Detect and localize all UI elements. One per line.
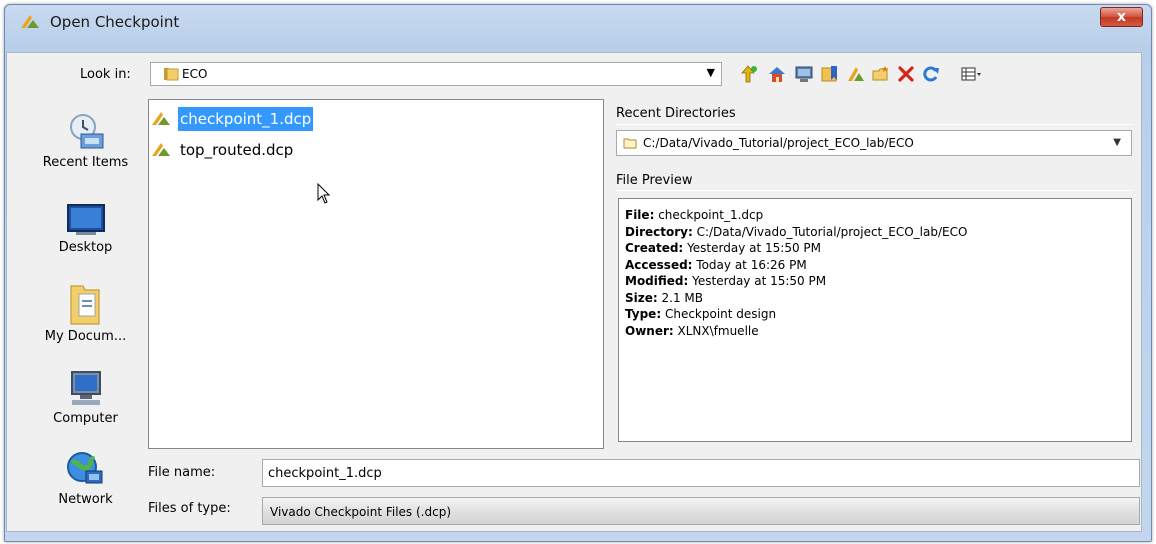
file-name-input[interactable]: checkpoint_1.dcp	[262, 459, 1140, 487]
desktop-icon	[66, 204, 105, 235]
up-folder-icon[interactable]	[740, 64, 760, 84]
recent-items-icon	[69, 114, 103, 149]
file-preview-panel: File: checkpoint_1.dcp Directory: C:/Dat…	[618, 198, 1132, 442]
separator	[616, 190, 1132, 191]
recent-directory-value: C:/Data/Vivado_Tutorial/project_ECO_lab/…	[643, 136, 914, 150]
files-of-type-combo[interactable]: Vivado Checkpoint Files (.dcp)	[262, 497, 1140, 525]
close-icon: x	[1116, 9, 1127, 25]
file-list[interactable]: checkpoint_1.dcp top_routed.dcp	[148, 99, 604, 449]
place-label: My Docum...	[44, 329, 127, 344]
vivado-logo-icon	[21, 15, 39, 28]
preview-row-modified: Modified: Yesterday at 15:50 PM	[625, 274, 827, 288]
look-in-combo[interactable]: ECO ▼	[150, 62, 722, 86]
dropdown-arrow-icon[interactable]: ▼	[707, 66, 715, 79]
file-name-label: File name:	[148, 465, 216, 480]
place-label: Desktop	[58, 240, 113, 255]
place-desktop[interactable]: Desktop	[30, 203, 141, 255]
view-menu-icon[interactable]	[960, 64, 984, 84]
preview-row-size: Size: 2.1 MB	[625, 290, 703, 305]
place-network[interactable]: Network	[30, 449, 141, 507]
file-preview-label: File Preview	[616, 173, 693, 188]
look-in-label: Look in:	[80, 67, 131, 82]
title-bar[interactable]: Open Checkpoint x	[5, 5, 1151, 37]
bookmark-folder-icon[interactable]	[820, 64, 840, 84]
delete-icon[interactable]	[896, 64, 916, 84]
files-of-type-label: Files of type:	[148, 501, 231, 516]
documents-icon	[70, 285, 99, 325]
recent-directories-combo[interactable]: C:/Data/Vivado_Tutorial/project_ECO_lab/…	[616, 130, 1132, 156]
dcp-file-icon	[152, 112, 170, 125]
preview-row-file: File: checkpoint_1.dcp	[625, 208, 764, 222]
places-bar: Recent Items Desktop My Docum... Compute…	[30, 102, 141, 524]
file-name: top_routed.dcp	[180, 141, 294, 159]
place-label: Network	[58, 492, 113, 507]
separator	[616, 124, 1132, 125]
window-title: Open Checkpoint	[50, 13, 180, 31]
folder-icon	[164, 68, 179, 81]
recent-directories-label: Recent Directories	[616, 106, 736, 121]
place-label: Recent Items	[42, 155, 129, 170]
preview-row-owner: Owner: XLNX\fmuelle	[625, 323, 759, 338]
look-in-value: ECO	[182, 67, 208, 81]
file-item-checkpoint-1[interactable]: checkpoint_1.dcp	[152, 107, 352, 131]
preview-row-type: Type: Checkpoint design	[625, 307, 777, 321]
preview-row-directory: Directory: C:/Data/Vivado_Tutorial/proje…	[625, 224, 968, 239]
home-icon[interactable]	[767, 64, 787, 84]
preview-row-created: Created: Yesterday at 15:50 PM	[625, 241, 821, 255]
vivado-icon[interactable]	[846, 64, 866, 84]
place-recent-items[interactable]: Recent Items	[30, 112, 141, 170]
mouse-cursor-icon	[317, 183, 331, 204]
folder-icon	[623, 138, 637, 149]
file-name: checkpoint_1.dcp	[178, 107, 314, 131]
place-label: Computer	[53, 411, 118, 426]
close-button[interactable]: x	[1100, 7, 1143, 27]
desktop-icon[interactable]	[794, 64, 814, 84]
dcp-file-icon	[152, 143, 170, 156]
network-icon	[66, 452, 102, 484]
file-item-top-routed[interactable]: top_routed.dcp	[152, 138, 352, 162]
new-folder-icon[interactable]	[871, 64, 891, 84]
computer-icon	[70, 371, 101, 405]
place-my-documents[interactable]: My Docum...	[30, 282, 141, 344]
dropdown-arrow-icon[interactable]: ▼	[1113, 137, 1121, 148]
refresh-icon[interactable]	[921, 64, 941, 84]
preview-row-accessed: Accessed: Today at 16:26 PM	[625, 257, 807, 272]
place-computer[interactable]: Computer	[30, 368, 141, 426]
